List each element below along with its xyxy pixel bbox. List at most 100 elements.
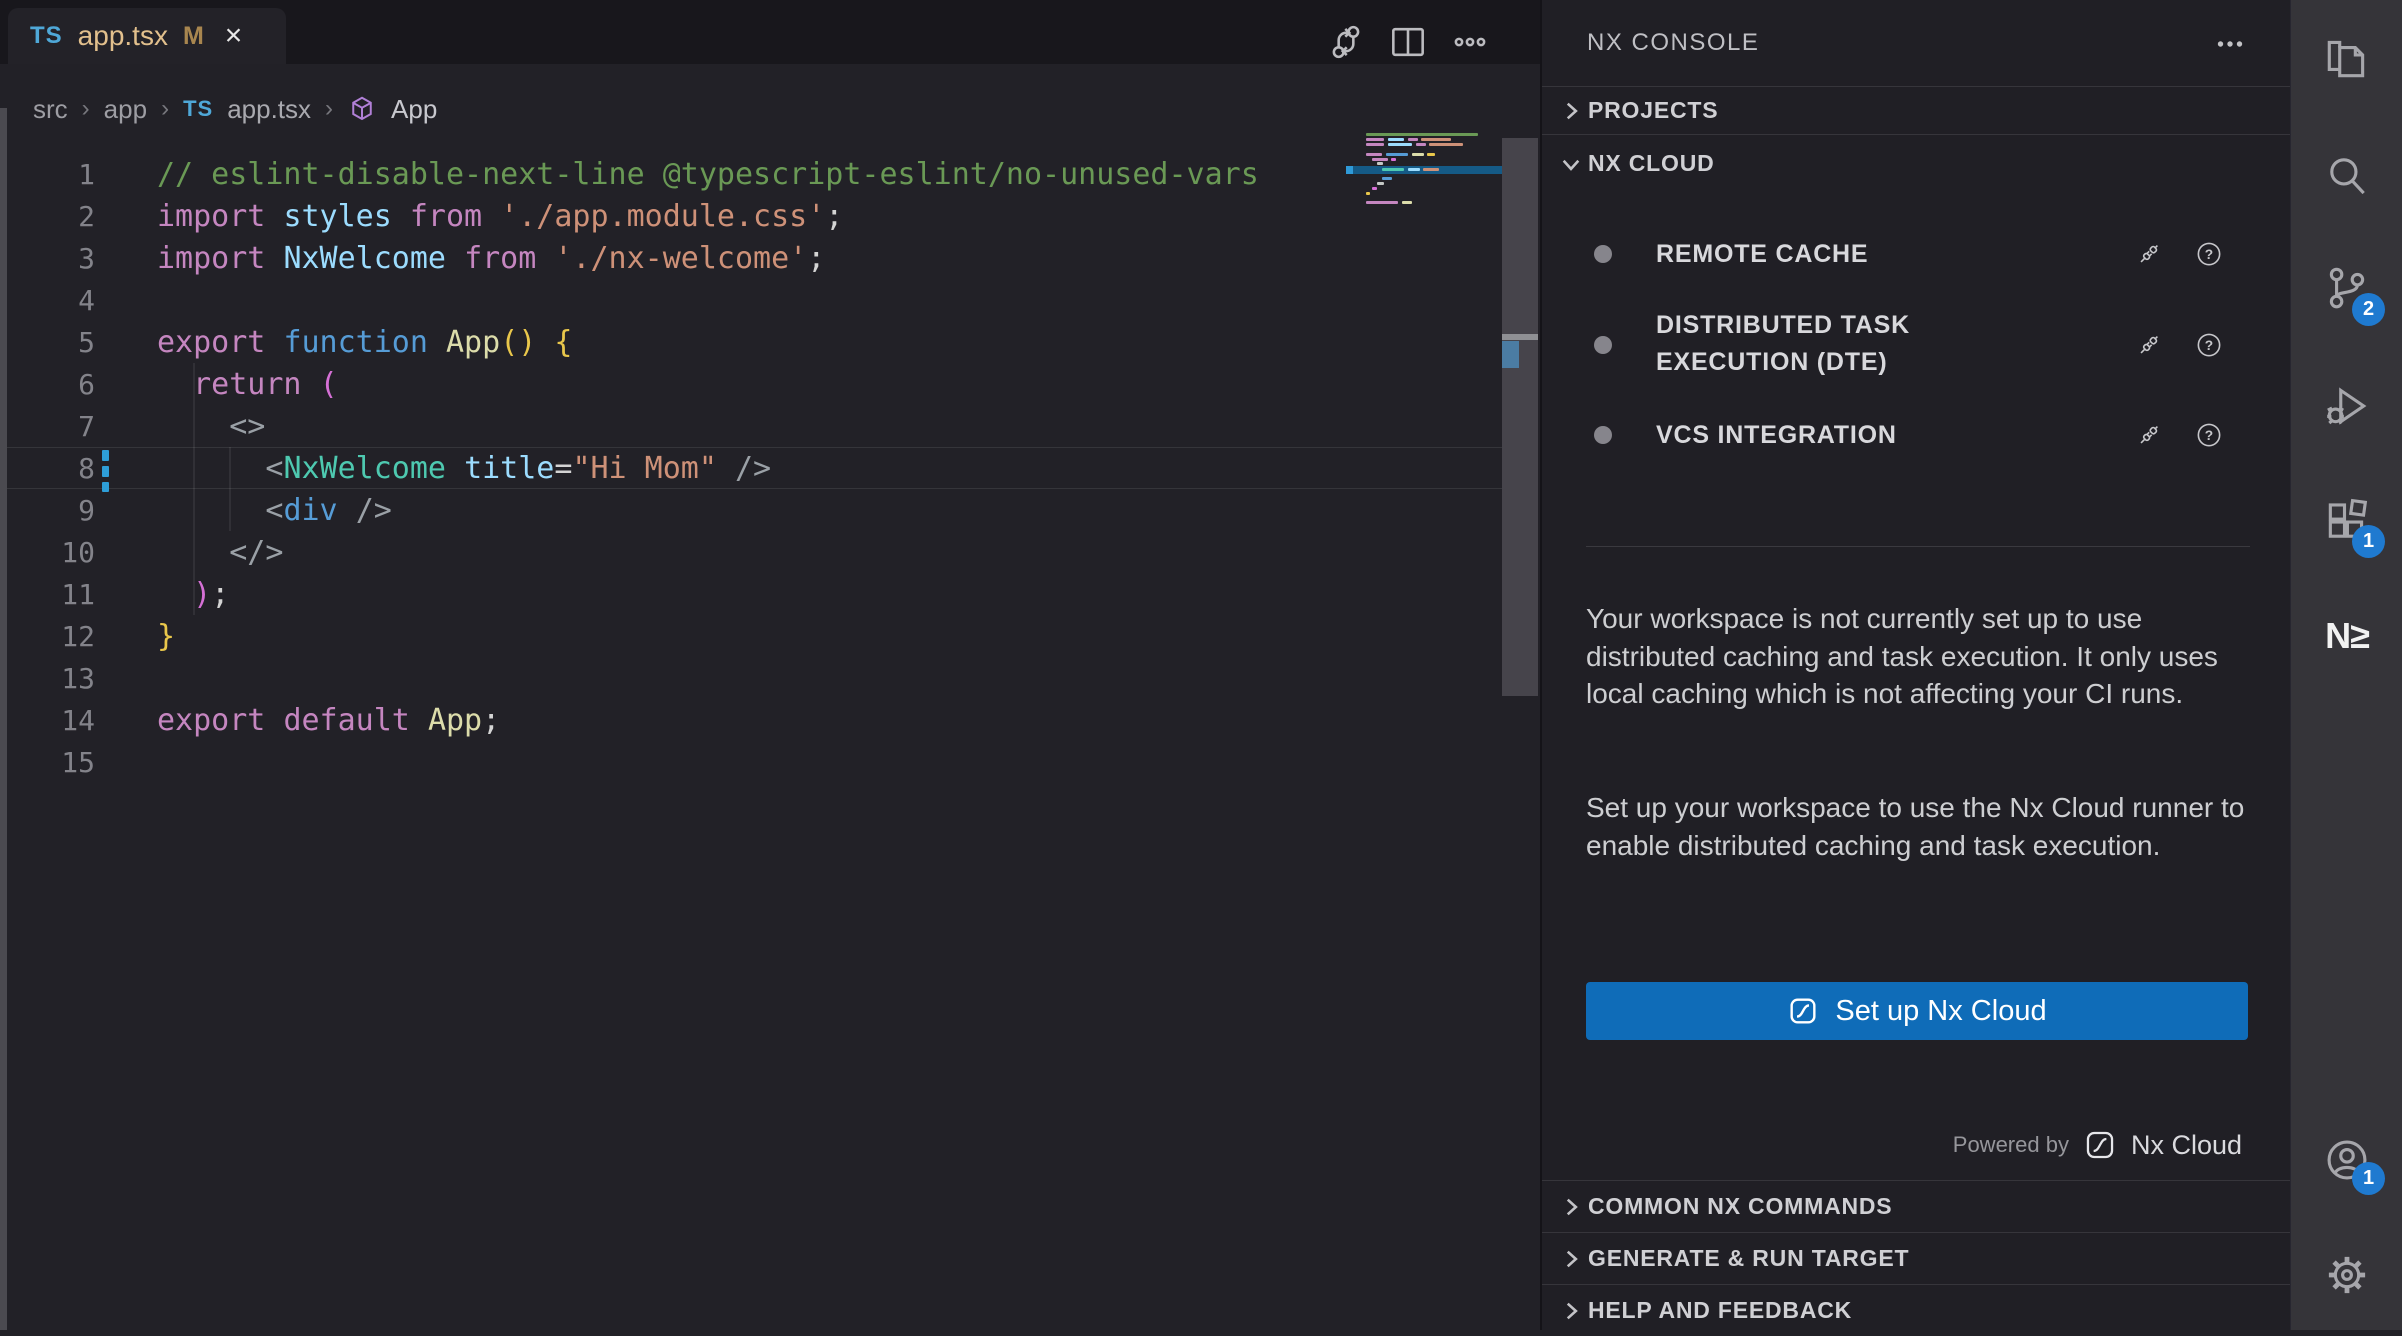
tree-item-dte[interactable]: DISTRIBUTED TASK EXECUTION (DTE) ? (1542, 300, 2290, 392)
code-line[interactable]: 9 <div /> (0, 489, 1502, 531)
editor-toolbar (1322, 18, 1494, 66)
gutter-modified-marker (102, 482, 109, 492)
line-number: 5 (0, 326, 95, 359)
button-label: Set up Nx Cloud (1835, 995, 2046, 1028)
nx-console-icon[interactable]: N≥ (2321, 610, 2373, 662)
gutter-modified-marker (102, 450, 109, 461)
line-number: 4 (0, 284, 95, 317)
tree-item-remote-cache[interactable]: REMOTE CACHE ? (1542, 228, 2290, 280)
typescript-icon: TS (30, 22, 63, 50)
code-line[interactable]: 3import NxWelcome from './nx-welcome'; (0, 237, 1502, 279)
tab-filename: app.tsx (78, 20, 168, 52)
run-debug-icon[interactable] (2321, 380, 2373, 432)
chevron-right-icon (1558, 1298, 1584, 1324)
code-line[interactable]: 8 <NxWelcome title="Hi Mom" /> (0, 447, 1502, 489)
help-icon[interactable]: ? (2194, 330, 2224, 360)
line-number: 13 (0, 662, 95, 695)
panel-title: NX CONSOLE (1542, 29, 1759, 57)
nx-logo: N≥ (2325, 615, 2369, 657)
code-text: <> (95, 409, 265, 444)
breadcrumb-folder[interactable]: app (104, 94, 147, 125)
nx-cloud-description: Your workspace is not currently set up t… (1586, 600, 2254, 713)
svg-text:?: ? (2205, 338, 2213, 353)
line-number: 14 (0, 704, 95, 737)
code-line[interactable]: 6 return ( (0, 363, 1502, 405)
chevron-down-icon (1558, 151, 1584, 177)
code-line[interactable]: 12} (0, 615, 1502, 657)
code-text: return ( (95, 367, 338, 402)
search-icon[interactable] (2321, 150, 2373, 202)
tree-item-vcs-integration[interactable]: VCS INTEGRATION ? (1542, 409, 2290, 461)
powered-by-label: Powered by (1953, 1132, 2069, 1158)
code-text: } (95, 619, 175, 654)
chevron-right-icon (1558, 1194, 1584, 1220)
editor-scrollbar[interactable] (1502, 138, 1538, 696)
breadcrumb-folder[interactable]: src (33, 94, 68, 125)
editor-region: TS app.tsx M × (0, 0, 1540, 1330)
connect-icon[interactable] (2134, 330, 2164, 360)
tab-app-tsx[interactable]: TS app.tsx M × (8, 8, 286, 64)
code-line[interactable]: 15 (0, 741, 1502, 783)
svg-text:?: ? (2205, 247, 2213, 262)
code-line[interactable]: 11 ); (0, 573, 1502, 615)
more-actions-icon[interactable] (1446, 18, 1494, 66)
status-dot-icon (1594, 245, 1612, 263)
section-common-nx-commands[interactable]: COMMON NX COMMANDS (1542, 1180, 2290, 1232)
tree-item-label: DISTRIBUTED TASK EXECUTION (DTE) (1656, 307, 1996, 381)
overview-ruler-cursor-marker (1502, 334, 1538, 340)
section-generate-run-target[interactable]: GENERATE & RUN TARGET (1542, 1232, 2290, 1284)
settings-gear-icon[interactable] (2321, 1249, 2373, 1301)
typescript-icon: TS (183, 96, 213, 122)
powered-by-row: Powered by Nx Cloud (1953, 1126, 2242, 1164)
code-line[interactable]: 1// eslint-disable-next-line @typescript… (0, 153, 1502, 195)
line-number: 2 (0, 200, 95, 233)
code-line[interactable]: 14export default App; (0, 699, 1502, 741)
line-number: 1 (0, 158, 95, 191)
line-number: 3 (0, 242, 95, 275)
code-line[interactable]: 5export function App() { (0, 321, 1502, 363)
breadcrumb-file[interactable]: app.tsx (227, 94, 311, 125)
line-number: 7 (0, 410, 95, 443)
code-text: export function App() { (95, 325, 572, 360)
code-text: </> (95, 535, 283, 570)
section-projects[interactable]: PROJECTS (1542, 86, 2290, 134)
code-line[interactable]: 4 (0, 279, 1502, 321)
section-help-and-feedback[interactable]: HELP AND FEEDBACK (1542, 1284, 2290, 1336)
section-label: HELP AND FEEDBACK (1588, 1297, 1852, 1324)
code-line[interactable]: 7 <> (0, 405, 1502, 447)
split-editor-icon[interactable] (1384, 18, 1432, 66)
breadcrumb-symbol[interactable]: App (391, 94, 437, 125)
code-line[interactable]: 13 (0, 657, 1502, 699)
section-label: PROJECTS (1588, 97, 1718, 124)
section-label: COMMON NX COMMANDS (1588, 1193, 1892, 1220)
code-line[interactable]: 2import styles from './app.module.css'; (0, 195, 1502, 237)
setup-nx-cloud-button[interactable]: Set up Nx Cloud (1586, 982, 2248, 1040)
activity-bar: 2 1 N≥ 1 (2290, 0, 2402, 1330)
nx-cloud-logo-icon (2083, 1128, 2117, 1162)
divider (1586, 546, 2250, 547)
close-icon[interactable]: × (225, 21, 243, 51)
svg-text:?: ? (2205, 428, 2213, 443)
tab-bar: TS app.tsx M × (0, 0, 1540, 64)
help-icon[interactable]: ? (2194, 239, 2224, 269)
connect-icon[interactable] (2134, 420, 2164, 450)
section-label: GENERATE & RUN TARGET (1588, 1245, 1909, 1272)
help-icon[interactable]: ? (2194, 420, 2224, 450)
connect-icon[interactable] (2134, 239, 2164, 269)
chevron-right-icon: › (325, 95, 333, 123)
code-line[interactable]: 10 </> (0, 531, 1502, 573)
window-left-edge (0, 108, 7, 1330)
nx-console-panel: NX CONSOLE PROJECTS NX CLOUD REMOTE CACH… (1540, 0, 2290, 1330)
more-actions-icon[interactable] (2210, 24, 2250, 64)
brand-label: Nx Cloud (2131, 1130, 2242, 1161)
code-editor[interactable]: 1// eslint-disable-next-line @typescript… (0, 153, 1502, 783)
explorer-icon[interactable] (2321, 32, 2373, 84)
line-number: 12 (0, 620, 95, 653)
section-nx-cloud[interactable]: NX CLOUD (1542, 134, 2290, 192)
code-text: <NxWelcome title="Hi Mom" /> (95, 451, 771, 486)
tree-item-label: VCS INTEGRATION (1656, 417, 2076, 454)
breadcrumb: src › app › TS app.tsx › App (33, 86, 437, 132)
modified-badge: M (183, 22, 204, 51)
open-changes-icon[interactable] (1322, 18, 1370, 66)
code-text: export default App; (95, 703, 500, 738)
